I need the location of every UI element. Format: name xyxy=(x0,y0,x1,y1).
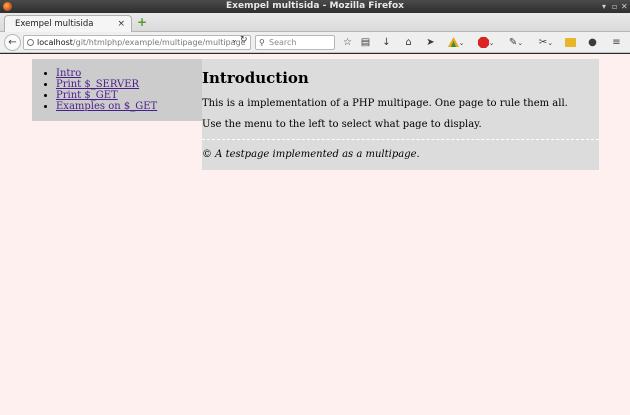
page-content: Introduction This is a implementation of… xyxy=(202,59,599,170)
search-icon: ⚲ xyxy=(259,38,265,47)
menu-link-print-server[interactable]: Print $_SERVER xyxy=(56,79,139,90)
intro-paragraph: This is a implementation of a PHP multip… xyxy=(202,98,568,109)
tab-exempel-multisida[interactable]: Exempel multisida × xyxy=(4,15,132,33)
menu-list: Intro Print $_SERVER Print $_GET Example… xyxy=(56,68,157,112)
search-placeholder: Search xyxy=(269,38,297,47)
eyedropper-icon[interactable]: ✎⌄ xyxy=(506,35,526,50)
page-footer: © A testpage implemented as a multipage. xyxy=(202,149,420,160)
menu-link-intro[interactable]: Intro xyxy=(56,68,81,79)
page-info-icon[interactable] xyxy=(27,39,34,46)
screenshot-icon[interactable] xyxy=(564,35,577,50)
url-bar[interactable]: localhost/git/htmlphp/example/multipage/… xyxy=(23,35,251,50)
url-host: localhost xyxy=(37,38,73,47)
close-tab-icon[interactable]: × xyxy=(117,16,125,32)
window-titlebar: Exempel multisida - Mozilla Firefox ▾ ▫ … xyxy=(0,0,630,13)
navigation-toolbar: ← localhost/git/htmlphp/example/multipag… xyxy=(0,32,630,53)
window-title: Exempel multisida - Mozilla Firefox xyxy=(226,1,404,11)
page-title: Introduction xyxy=(202,69,309,87)
menu-link-examples-get[interactable]: Examples on $_GET xyxy=(56,101,157,112)
bookmark-star-icon[interactable]: ☆ xyxy=(341,35,354,50)
firefox-icon xyxy=(3,2,12,11)
back-button[interactable]: ← xyxy=(4,34,21,51)
search-input[interactable]: ⚲ Search xyxy=(255,35,335,50)
menu-item: Print $_SERVER xyxy=(56,79,157,90)
menu-item: Examples on $_GET xyxy=(56,101,157,112)
maximize-icon[interactable]: ▫ xyxy=(612,0,617,13)
reload-icon[interactable]: ↻ xyxy=(240,35,250,45)
footer-divider xyxy=(202,139,599,140)
url-dropdown-icon[interactable]: ⌄ xyxy=(231,35,240,44)
reading-list-icon[interactable]: ▤ xyxy=(359,35,372,50)
close-window-icon[interactable]: ✕ xyxy=(621,0,628,13)
page-viewport: Intro Print $_SERVER Print $_GET Example… xyxy=(0,54,630,415)
colorful-addon-icon[interactable]: ⌄ xyxy=(446,35,466,50)
tab-bar: Exempel multisida × + xyxy=(0,13,630,33)
tab-label: Exempel multisida xyxy=(15,19,94,29)
chat-icon[interactable]: ● xyxy=(586,35,599,50)
home-icon[interactable]: ⌂ xyxy=(402,35,415,50)
hamburger-menu-icon[interactable]: ≡ xyxy=(610,35,623,50)
menu-link-print-get[interactable]: Print $_GET xyxy=(56,90,118,101)
instruction-paragraph: Use the menu to the left to select what … xyxy=(202,119,482,130)
menu-item: Intro xyxy=(56,68,157,79)
send-icon[interactable]: ➤ xyxy=(424,35,437,50)
minimize-icon[interactable]: ▾ xyxy=(602,0,606,13)
back-arrow-icon: ← xyxy=(8,37,17,48)
page-menu: Intro Print $_SERVER Print $_GET Example… xyxy=(32,59,203,121)
menu-item: Print $_GET xyxy=(56,90,157,101)
url-path: /git/htmlphp/example/multipage/multipage xyxy=(72,38,246,47)
adblock-icon[interactable]: ⌄ xyxy=(476,35,496,50)
new-tab-icon[interactable]: + xyxy=(137,16,147,28)
tools-icon[interactable]: ✂⌄ xyxy=(536,35,556,50)
download-icon[interactable]: ↓ xyxy=(380,35,393,50)
